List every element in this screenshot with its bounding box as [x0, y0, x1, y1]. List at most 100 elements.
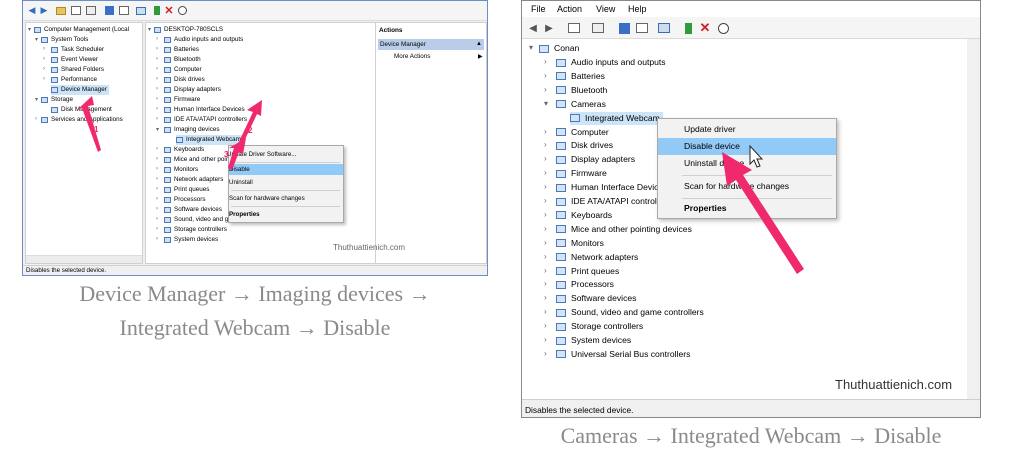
toolbar: ◀ ▶ ✕ — [522, 17, 980, 39]
device-icon — [556, 58, 566, 67]
menu-bar: File Action View Help — [522, 1, 980, 17]
menu-action[interactable]: Action — [557, 1, 582, 17]
device-category[interactable]: Storage controllers — [556, 320, 643, 333]
device-item-integrated-webcam[interactable]: Integrated Webcam — [570, 111, 663, 125]
device-category[interactable]: IDE ATA/ATAPI controllers — [556, 195, 671, 208]
expand-icon[interactable]: › — [544, 71, 547, 80]
update-driver-button[interactable] — [682, 21, 694, 35]
menu-help[interactable]: Help — [628, 1, 647, 17]
expand-icon[interactable]: › — [544, 238, 547, 247]
expand-icon[interactable]: › — [544, 335, 547, 344]
device-category[interactable]: Firmware — [556, 167, 607, 180]
expand-icon[interactable]: › — [544, 349, 547, 358]
console-tree-icon — [568, 23, 580, 33]
device-icon — [556, 280, 566, 289]
expand-icon[interactable]: › — [544, 279, 547, 288]
device-icon — [556, 225, 566, 234]
device-category[interactable]: Display adapters — [556, 153, 635, 166]
properties-button[interactable] — [634, 21, 650, 35]
arrow-to-disable — [228, 138, 246, 170]
device-icon — [556, 294, 566, 303]
device-category[interactable]: System devices — [556, 334, 631, 347]
arrow-to-device-manager — [76, 96, 101, 152]
left-caption-line-2: Integrated Webcam → Disable — [119, 315, 391, 340]
device-icon — [556, 141, 566, 150]
right-caption: Cameras → Integrated Webcam → Disable — [560, 423, 942, 448]
device-category[interactable]: Mice and other pointing devices — [556, 223, 692, 236]
webcam-icon — [556, 100, 566, 109]
device-category[interactable]: Bluetooth — [556, 84, 607, 97]
expand-icon[interactable]: › — [544, 85, 547, 94]
watermark: Thuthuattienich.com — [835, 377, 953, 392]
scan-hardware-button[interactable] — [656, 21, 672, 35]
help-button[interactable] — [616, 21, 632, 35]
back-button[interactable]: ◀ — [527, 22, 539, 34]
device-category[interactable]: Keyboards — [556, 209, 612, 222]
expand-icon[interactable]: › — [544, 168, 547, 177]
expand-icon[interactable]: › — [544, 140, 547, 149]
device-icon — [556, 239, 566, 248]
device-icon — [556, 253, 566, 262]
step-number-3: 3 — [224, 150, 229, 159]
device-category[interactable]: Batteries — [556, 70, 605, 83]
view-button[interactable] — [590, 21, 606, 35]
expand-icon[interactable]: › — [544, 266, 547, 275]
arrow-to-disable-device — [722, 152, 804, 274]
device-category[interactable]: Monitors — [556, 237, 604, 250]
collapse-icon[interactable]: ▾ — [544, 99, 548, 108]
annotation-arrow-right — [722, 144, 804, 274]
status-text: Disables the selected device. — [525, 405, 634, 415]
expand-icon[interactable]: › — [544, 252, 547, 261]
device-category[interactable]: Computer — [556, 126, 609, 139]
device-category[interactable]: Software devices — [556, 292, 636, 305]
menu-file[interactable]: File — [531, 1, 546, 17]
step-number-1: 1 — [94, 125, 99, 134]
vertical-scrollbar[interactable] — [967, 39, 980, 399]
expand-icon[interactable]: › — [544, 307, 547, 316]
expand-icon[interactable]: › — [544, 57, 547, 66]
device-icon — [556, 267, 566, 275]
menu-item-update-driver[interactable]: Update driver — [658, 121, 836, 138]
expand-icon[interactable]: › — [544, 293, 547, 302]
left-caption-line-1: Device Manager → Imaging devices → — [79, 281, 431, 306]
annotation-arrows-left — [76, 96, 262, 170]
expand-icon[interactable]: › — [544, 196, 547, 205]
device-category[interactable]: Disk drives — [556, 139, 613, 152]
device-icon — [556, 128, 566, 136]
monitor-icon — [658, 23, 670, 33]
device-icon — [556, 322, 566, 331]
expand-icon[interactable]: › — [544, 154, 547, 163]
device-category[interactable]: Cameras — [556, 98, 606, 111]
collapse-icon: ▾ — [529, 43, 534, 52]
device-category[interactable]: Network adapters — [556, 251, 638, 264]
uninstall-button[interactable]: ✕ — [698, 20, 712, 35]
expand-icon[interactable]: › — [544, 127, 547, 136]
device-icon — [556, 155, 566, 164]
device-category[interactable]: Audio inputs and outputs — [556, 56, 666, 69]
device-root[interactable]: Conan — [539, 42, 579, 55]
device-category[interactable]: Human Interface Devices — [556, 181, 667, 194]
device-category[interactable]: Sound, video and game controllers — [556, 306, 704, 319]
forward-arrow-icon: ▶ — [545, 22, 553, 34]
device-category[interactable]: Processors — [556, 278, 614, 291]
disable-button[interactable] — [716, 21, 730, 35]
properties-icon — [636, 23, 648, 33]
expand-icon[interactable]: › — [544, 321, 547, 330]
expand-icon[interactable]: › — [544, 210, 547, 219]
mouse-cursor-icon — [749, 144, 764, 168]
update-driver-icon — [684, 22, 692, 34]
device-icon — [556, 336, 566, 345]
expand-icon[interactable]: › — [544, 182, 547, 191]
menu-view[interactable]: View — [596, 1, 615, 17]
step-number-2: 2 — [248, 126, 253, 135]
device-category[interactable]: Universal Serial Bus controllers — [556, 348, 690, 361]
device-icon — [556, 211, 566, 220]
close-icon: ✕ — [699, 19, 711, 35]
expand-icon[interactable]: › — [544, 224, 547, 233]
list-view-icon — [592, 23, 604, 33]
device-icon — [556, 169, 566, 178]
computer-icon — [539, 44, 549, 53]
forward-button[interactable]: ▶ — [543, 22, 555, 34]
show-hide-tree-button[interactable] — [566, 21, 582, 35]
device-category[interactable]: Print queues — [556, 265, 619, 278]
